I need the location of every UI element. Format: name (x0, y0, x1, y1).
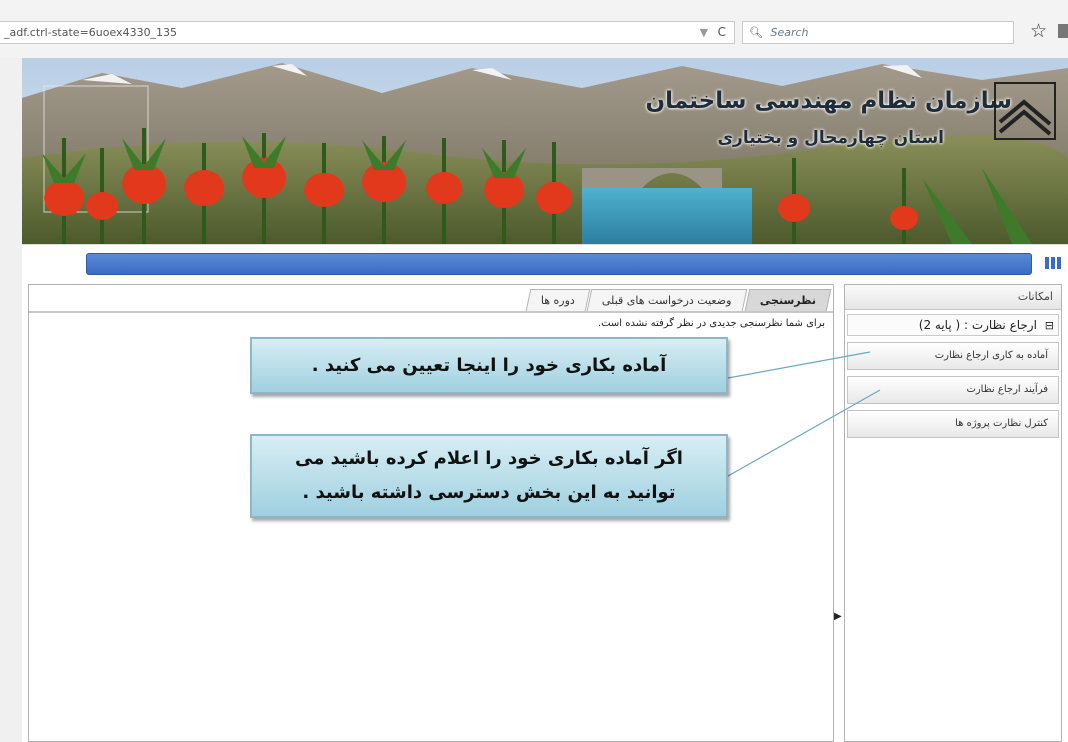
sidebar-group-referral[interactable]: ⊟ ارجاع نظارت : ( پایه 2) (847, 314, 1059, 336)
organization-logo (994, 82, 1056, 140)
search-placeholder: Search (770, 26, 809, 39)
sidebar-panel: امکانات ⊟ ارجاع نظارت : ( پایه 2) آماده … (844, 284, 1062, 742)
tab-previous-requests[interactable]: وضعیت درخواست های قبلی (587, 289, 748, 311)
bookmark-star-icon[interactable]: ☆ (1030, 20, 1047, 42)
browser-search-input[interactable]: 🔍︎ Search (742, 21, 1014, 44)
callout-readiness: آماده بکاری خود را اینجا تعیین می کنید . (250, 337, 728, 394)
banner-title: سازمان نظام مهندسی ساختمان (645, 88, 1012, 114)
callout-access-line1: اگر آماده بکاری خود را اعلام کرده باشید … (295, 448, 683, 469)
dropdown-icon[interactable]: ▼ (700, 26, 708, 39)
sidebar-item-referral-process[interactable]: فرآیند ارجاع نظارت (847, 376, 1059, 404)
nav-bar-area (22, 244, 1068, 285)
banner-landscape-image (22, 58, 1068, 244)
tab-courses[interactable]: دوره ها (525, 289, 590, 311)
sidebar-title: امکانات (845, 285, 1061, 310)
tab-survey[interactable]: نظرسنجی (744, 289, 832, 311)
left-margin (0, 58, 22, 742)
collapse-arrow-icon[interactable]: ▶ (834, 611, 844, 627)
tab-strip: نظرسنجی وضعیت درخواست های قبلی دوره ها (29, 285, 833, 313)
url-bar[interactable]: _adf.ctrl-state=6uoex4330_135 ▼ C (0, 21, 735, 44)
menu-grip-icon[interactable] (1042, 253, 1064, 273)
browser-toolbar: _adf.ctrl-state=6uoex4330_135 ▼ C 🔍︎ Sea… (0, 0, 1068, 58)
toolbar-extra-icon[interactable] (1058, 24, 1068, 38)
callout-access: اگر آماده بکاری خود را اعلام کرده باشید … (250, 434, 728, 518)
sidebar-item-project-control[interactable]: کنترل نظارت پروژه ها (847, 410, 1059, 438)
url-text: _adf.ctrl-state=6uoex4330_135 (4, 26, 178, 39)
callout-access-line2: توانید به این بخش دسترسی داشته باشید . (302, 482, 676, 503)
sidebar-group-label: ارجاع نظارت : ( پایه 2) (918, 318, 1037, 332)
search-icon: 🔍︎ (749, 26, 763, 39)
refresh-icon[interactable]: C (718, 25, 726, 39)
no-survey-message: برای شما نظرسنجی جدیدی در نظر گرفته نشده… (597, 318, 825, 329)
menu-bar[interactable] (86, 253, 1032, 275)
header-banner: سازمان نظام مهندسی ساختمان استان چهارمحا… (22, 58, 1068, 244)
collapse-box-icon[interactable]: ⊟ (1045, 319, 1054, 332)
banner-subtitle: استان چهارمحال و بختیاری (717, 128, 944, 148)
sidebar-item-readiness[interactable]: آماده به کاری ارجاع نظارت (847, 342, 1059, 370)
